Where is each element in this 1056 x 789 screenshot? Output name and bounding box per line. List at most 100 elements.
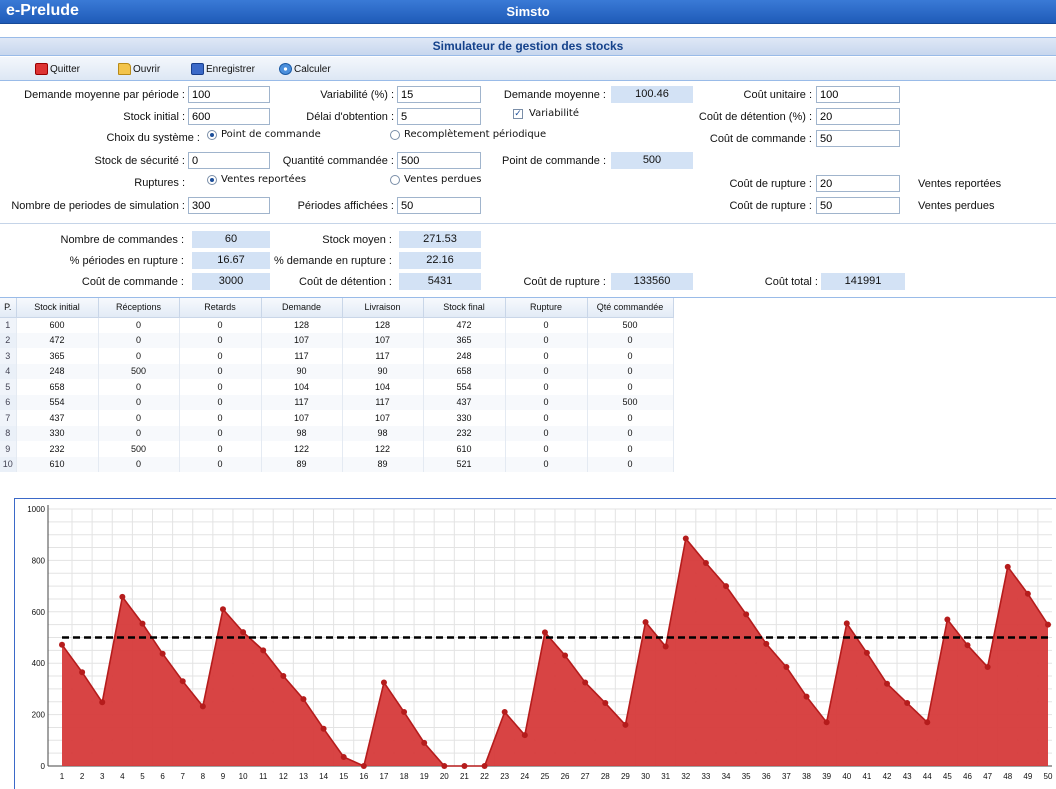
column-header[interactable]: Stock initial xyxy=(16,298,99,318)
x-tick-label: 50 xyxy=(1044,772,1053,781)
data-point xyxy=(179,678,186,685)
table-row[interactable]: 9 232 500 0 122 122 610 0 0 xyxy=(0,441,674,457)
toolbar: Quitter Ouvrir Enregistrer Calculer xyxy=(0,57,1056,81)
table-cell: 0 xyxy=(179,456,262,472)
table-row[interactable]: 1 600 0 0 128 128 472 0 500 xyxy=(0,317,674,333)
cout-detention-result-value: 5431 xyxy=(399,273,481,290)
x-tick-label: 46 xyxy=(963,772,972,781)
table-row[interactable]: 3 365 0 0 117 117 248 0 0 xyxy=(0,348,674,364)
table-row[interactable]: 2 472 0 0 107 107 365 0 0 xyxy=(0,332,674,348)
table-cell: 0 xyxy=(98,456,180,472)
table-cell: 0 xyxy=(505,410,588,426)
table-cell: 89 xyxy=(261,456,343,472)
data-point xyxy=(944,616,951,623)
calculate-button[interactable]: Calculer xyxy=(279,61,331,77)
x-tick-label: 27 xyxy=(581,772,590,781)
column-header[interactable]: Réceptions xyxy=(98,298,180,318)
x-tick-label: 20 xyxy=(440,772,449,781)
data-point xyxy=(401,709,408,716)
table-cell: 610 xyxy=(423,441,506,457)
table-cell: 98 xyxy=(342,425,424,441)
cout-detention-input[interactable] xyxy=(816,108,900,125)
quit-icon xyxy=(35,63,48,75)
data-point xyxy=(260,647,267,654)
cout-unitaire-label: Coût unitaire : xyxy=(743,89,812,101)
table-cell: 500 xyxy=(98,441,180,457)
table-row[interactable]: 10 610 0 0 89 89 521 0 0 xyxy=(0,456,674,472)
radio-ventes-perdues[interactable]: Ventes perdues xyxy=(390,174,482,185)
column-header[interactable]: Retards xyxy=(179,298,262,318)
table-cell: 0 xyxy=(505,317,588,333)
x-tick-label: 43 xyxy=(903,772,912,781)
data-point xyxy=(159,650,166,657)
cout-unitaire-input[interactable] xyxy=(816,86,900,103)
data-point xyxy=(340,754,347,761)
cout-rupture-perdues-input[interactable] xyxy=(816,197,900,214)
row-number: 9 xyxy=(0,441,17,457)
data-point xyxy=(642,619,649,626)
column-header[interactable]: Stock final xyxy=(423,298,506,318)
data-point xyxy=(884,680,891,687)
periodes-affichees-label: Périodes affichées : xyxy=(297,200,394,212)
save-button[interactable]: Enregistrer xyxy=(191,61,255,77)
radio-point-commande-label: Point de commande xyxy=(221,129,321,140)
table-row[interactable]: 7 437 0 0 107 107 330 0 0 xyxy=(0,410,674,426)
data-point xyxy=(59,641,65,648)
data-point xyxy=(662,643,669,650)
data-point xyxy=(602,700,609,707)
table-cell: 600 xyxy=(16,317,99,333)
table-cell: 472 xyxy=(423,317,506,333)
x-tick-label: 18 xyxy=(400,772,409,781)
table-cell: 0 xyxy=(179,441,262,457)
demande-input[interactable] xyxy=(188,86,270,103)
ventes-perdues-note: Ventes perdues xyxy=(918,200,995,212)
table-row[interactable]: 5 658 0 0 104 104 554 0 0 xyxy=(0,379,674,395)
cout-commande-input[interactable] xyxy=(816,130,900,147)
table-cell: 365 xyxy=(16,348,99,364)
radio-ventes-reportees[interactable]: Ventes reportées xyxy=(207,174,306,185)
stock-initial-input[interactable] xyxy=(188,108,270,125)
column-header[interactable]: P. xyxy=(0,298,17,318)
periodes-affichees-input[interactable] xyxy=(397,197,481,214)
table-row[interactable]: 8 330 0 0 98 98 232 0 0 xyxy=(0,425,674,441)
open-button[interactable]: Ouvrir xyxy=(118,61,160,77)
data-point xyxy=(280,673,287,680)
page-subtitle: Simulateur de gestion des stocks xyxy=(0,37,1056,56)
x-tick-label: 19 xyxy=(420,772,429,781)
radio-recompletement[interactable]: Recomplètement périodique xyxy=(390,129,546,140)
cout-detention-result-label: Coût de détention : xyxy=(299,276,392,288)
table-row[interactable]: 6 554 0 0 117 117 437 0 500 xyxy=(0,394,674,410)
quantite-commandee-label: Quantité commandée : xyxy=(282,155,394,167)
cout-rupture-reportees-label: Coût de rupture : xyxy=(729,178,812,190)
table-row[interactable]: 4 248 500 0 90 90 658 0 0 xyxy=(0,363,674,379)
data-point xyxy=(783,664,790,671)
nb-periodes-input[interactable] xyxy=(188,197,270,214)
data-point xyxy=(1024,590,1031,597)
cout-detention-label: Coût de détention (%) : xyxy=(698,111,812,123)
x-tick-label: 28 xyxy=(601,772,610,781)
point-commande-label: Point de commande : xyxy=(502,155,606,167)
column-header[interactable]: Livraison xyxy=(342,298,424,318)
save-label: Enregistrer xyxy=(206,63,255,75)
cout-rupture-reportees-input[interactable] xyxy=(816,175,900,192)
open-label: Ouvrir xyxy=(133,63,161,75)
stock-securite-input[interactable] xyxy=(188,152,270,169)
column-header[interactable]: Rupture xyxy=(505,298,588,318)
quantite-commandee-input[interactable] xyxy=(397,152,481,169)
radio-point-commande[interactable]: Point de commande xyxy=(207,129,321,140)
table-cell: 0 xyxy=(179,394,262,410)
quit-button[interactable]: Quitter xyxy=(35,61,80,77)
variabilite-checkbox[interactable]: ✓ Variabilité xyxy=(513,108,579,119)
variabilite-input[interactable] xyxy=(397,86,481,103)
delai-input[interactable] xyxy=(397,108,481,125)
data-point xyxy=(99,699,106,706)
stock-chart: 020040060080010001 2 3 4 5 6 7 8 9 10 11 12 13 14 15 16… xyxy=(27,505,1053,781)
table-cell: 0 xyxy=(179,317,262,333)
choix-systeme-label: Choix du système : xyxy=(106,132,200,144)
column-header[interactable]: Qté commandée xyxy=(587,298,674,318)
column-header[interactable]: Demande xyxy=(261,298,343,318)
table-cell: 248 xyxy=(16,363,99,379)
data-point xyxy=(240,629,247,636)
table-cell: 0 xyxy=(587,410,674,426)
table-cell: 128 xyxy=(261,317,343,333)
